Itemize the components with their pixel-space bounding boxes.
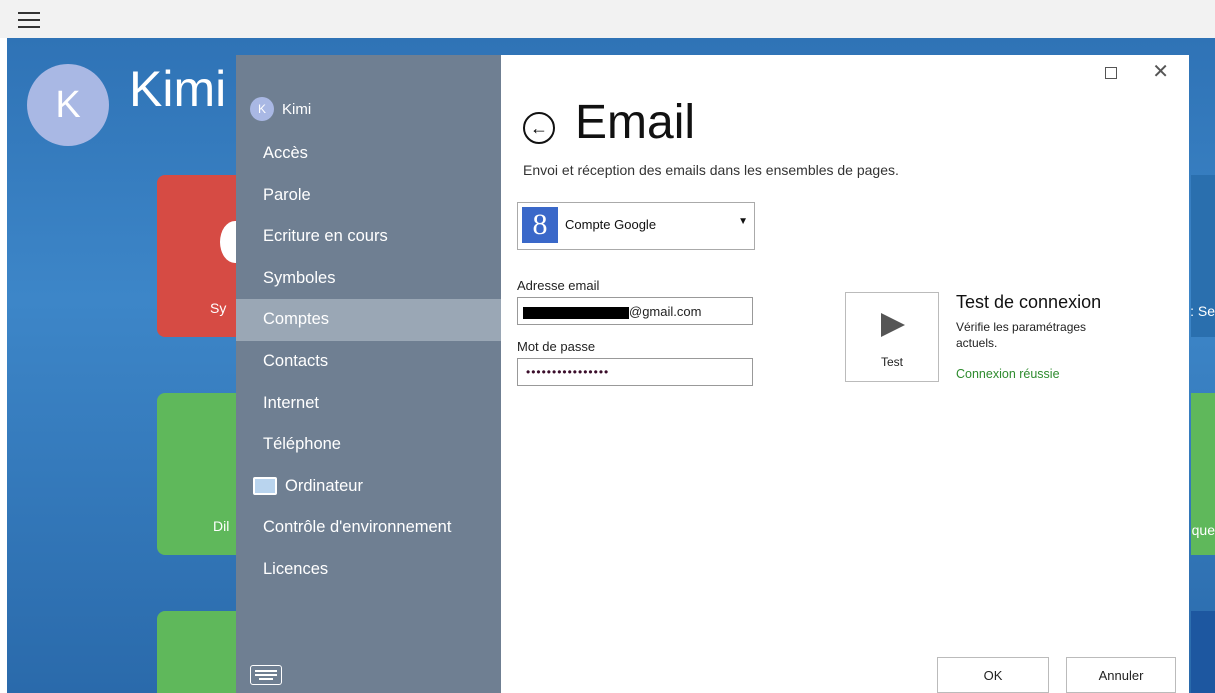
test-connection-title: Test de connexion: [956, 292, 1102, 312]
google-icon: 8: [522, 207, 558, 243]
account-type-select[interactable]: 8 Compte Google ▼: [517, 202, 755, 250]
sidebar-item-telephone[interactable]: Téléphone: [236, 424, 501, 466]
sidebar-user: K Kimi: [250, 97, 311, 121]
user-name: Kimi: [129, 61, 227, 117]
sidebar-item-label: Contrôle d'environnement: [263, 518, 452, 537]
account-type-value: Compte Google: [565, 217, 657, 232]
email-settings-panel: ✕ ← Email Envoi et réception des emails …: [501, 55, 1189, 693]
sidebar-item-parole[interactable]: Parole: [236, 175, 501, 217]
tile-label: Dil: [213, 518, 230, 534]
page-description: Envoi et réception des emails dans les e…: [523, 162, 899, 178]
keyboard-icon[interactable]: [250, 665, 282, 685]
sidebar-item-label: Accès: [263, 144, 308, 162]
connection-status: Connexion réussie: [956, 367, 1060, 381]
sidebar-item-ecriture[interactable]: Ecriture en cours: [236, 216, 501, 258]
test-connection-description: Vérifie les paramétrages actuels.: [956, 320, 1087, 350]
tile-label: que: [1191, 522, 1215, 538]
redacted-block: [523, 307, 629, 319]
maximize-icon[interactable]: [1105, 67, 1117, 79]
page-tile[interactable]: [1191, 611, 1215, 693]
sidebar-item-label: Comptes: [263, 310, 330, 329]
settings-nav: Accès Parole Ecriture en cours Symboles …: [236, 133, 501, 591]
email-label: Adresse email: [517, 278, 600, 293]
sidebar-item-ordinateur[interactable]: Ordinateur: [236, 466, 501, 508]
sidebar-item-licences[interactable]: Licences: [236, 549, 501, 591]
sidebar-item-label: Parole: [263, 185, 311, 204]
cancel-button[interactable]: Annuler: [1066, 657, 1176, 693]
play-icon: [881, 313, 905, 337]
page-title: Email: [575, 96, 696, 149]
settings-sidebar: K Kimi Accès Parole Ecriture en cours Sy…: [236, 55, 501, 693]
sidebar-item-label: Ecriture en cours: [263, 227, 388, 246]
tile-label: Sy: [210, 300, 227, 316]
ok-button[interactable]: OK: [937, 657, 1049, 693]
sidebar-item-internet[interactable]: Internet: [236, 383, 501, 425]
back-arrow-icon[interactable]: ←: [523, 112, 555, 144]
sidebar-item-controle-environnement[interactable]: Contrôle d'environnement: [236, 507, 501, 549]
tile-label: : Se: [1190, 303, 1215, 319]
sidebar-item-label: Ordinateur: [285, 476, 363, 495]
password-value: ••••••••••••••••: [526, 365, 610, 379]
avatar: K: [250, 97, 274, 121]
sidebar-item-label: Symboles: [263, 268, 336, 287]
sidebar-item-acces[interactable]: Accès: [236, 133, 501, 175]
test-button-label: Test: [880, 355, 903, 369]
sidebar-item-comptes[interactable]: Comptes: [236, 299, 501, 341]
test-connection-button[interactable]: Test: [845, 292, 939, 382]
email-field[interactable]: @gmail.com: [517, 297, 753, 325]
password-label: Mot de passe: [517, 339, 596, 354]
sidebar-item-label: Licences: [263, 559, 329, 578]
top-bar: [0, 0, 1215, 38]
chevron-down-icon: ▼: [738, 216, 748, 227]
password-field[interactable]: ••••••••••••••••: [517, 358, 753, 386]
sidebar-item-label: Téléphone: [263, 435, 341, 454]
sidebar-user-name: Kimi: [282, 100, 312, 118]
sidebar-item-label: Contacts: [263, 351, 329, 370]
close-icon[interactable]: ✕: [1152, 59, 1169, 84]
sidebar-item-label: Internet: [263, 393, 319, 412]
sidebar-item-contacts[interactable]: Contacts: [236, 341, 501, 383]
computer-icon: [253, 477, 277, 496]
sidebar-item-symboles[interactable]: Symboles: [236, 258, 501, 300]
user-avatar: K: [27, 64, 109, 146]
email-value: @gmail.com: [629, 304, 702, 319]
hamburger-menu-icon[interactable]: [18, 12, 40, 28]
